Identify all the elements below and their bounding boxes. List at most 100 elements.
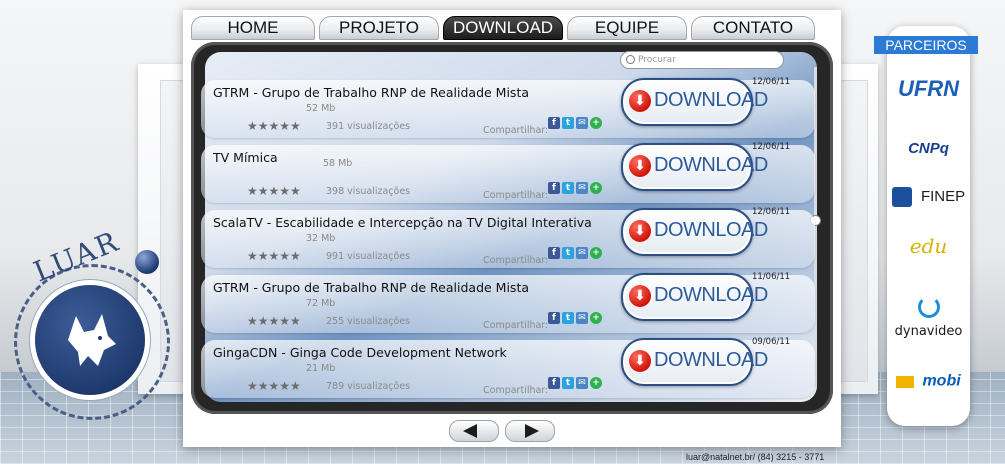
- twitter-icon[interactable]: t: [562, 377, 574, 389]
- partner-logo-mobi[interactable]: mobi: [887, 371, 970, 391]
- item-size: 58 Mb: [323, 158, 353, 169]
- download-arrow-icon: ⬇: [629, 350, 651, 372]
- item-title: ScalaTV - Escabilidade e Intercepção na …: [213, 215, 592, 230]
- partner-name: CNPq: [908, 140, 949, 157]
- download-arrow-icon: ⬇: [629, 220, 651, 242]
- download-arrow-icon: ⬇: [629, 90, 651, 112]
- item-title: GTRM - Grupo de Trabalho RNP de Realidad…: [213, 85, 530, 100]
- next-page-button[interactable]: [505, 420, 555, 442]
- facebook-icon[interactable]: f: [548, 377, 560, 389]
- partner-name: dynavideo: [894, 324, 963, 339]
- item-size: 21 Mb: [306, 363, 336, 374]
- item-date: 12/06/11: [752, 142, 791, 152]
- main-frame: HOME PROJETO DOWNLOAD EQUIPE CONTATO Pro…: [183, 10, 841, 447]
- partner-logo-cnpq[interactable]: CNPq: [887, 138, 970, 157]
- partner-logo-edu[interactable]: edu: [887, 234, 970, 258]
- luar-logo[interactable]: LUAR: [8, 225, 173, 420]
- rating-stars-icon[interactable]: ★★★★★: [247, 379, 301, 393]
- twitter-icon[interactable]: t: [562, 312, 574, 324]
- search-input[interactable]: Procurar: [620, 51, 784, 69]
- partner-name: edu: [909, 234, 948, 258]
- tab-home[interactable]: HOME: [191, 16, 315, 40]
- download-arrow-icon: ⬇: [629, 285, 651, 307]
- share-label: Compartilhar:: [483, 125, 549, 136]
- rating-stars-icon[interactable]: ★★★★★: [247, 184, 301, 198]
- twitter-icon[interactable]: t: [562, 247, 574, 259]
- facebook-icon[interactable]: f: [548, 312, 560, 324]
- rating-stars-icon[interactable]: ★★★★★: [247, 119, 301, 133]
- download-button-label: DOWNLOAD: [654, 219, 768, 241]
- download-button[interactable]: ⬇ DOWNLOAD: [621, 208, 768, 256]
- search-icon: [626, 55, 635, 64]
- twitter-icon[interactable]: t: [562, 182, 574, 194]
- partner-logo-finep[interactable]: FINEP: [887, 186, 970, 207]
- pagination-arrows: [449, 420, 555, 442]
- arrow-left-icon: [463, 424, 477, 438]
- tab-projeto[interactable]: PROJETO: [319, 16, 439, 40]
- previous-page-button[interactable]: [449, 420, 499, 442]
- tab-contato[interactable]: CONTATO: [691, 16, 815, 40]
- download-button[interactable]: ⬇ DOWNLOAD: [621, 338, 768, 386]
- partner-name: UFRN: [897, 76, 960, 101]
- download-item: ScalaTV - Escabilidade e Intercepção na …: [201, 207, 815, 268]
- download-button[interactable]: ⬇ DOWNLOAD: [621, 78, 768, 126]
- search-placeholder: Procurar: [638, 55, 676, 65]
- email-icon[interactable]: ✉: [576, 117, 588, 129]
- add-share-icon[interactable]: +: [590, 377, 602, 389]
- item-views: 991 visualizações: [326, 251, 411, 262]
- item-views: 398 visualizações: [326, 186, 411, 197]
- tab-download[interactable]: DOWNLOAD: [443, 16, 563, 40]
- download-item: GingaCDN - Ginga Code Development Networ…: [201, 337, 815, 398]
- add-share-icon[interactable]: +: [590, 312, 602, 324]
- download-button-label: DOWNLOAD: [654, 154, 768, 176]
- add-share-icon[interactable]: +: [590, 117, 602, 129]
- item-title: TV Mímica: [213, 150, 278, 165]
- download-button-label: DOWNLOAD: [654, 89, 768, 111]
- add-share-icon[interactable]: +: [590, 247, 602, 259]
- share-label: Compartilhar:: [483, 255, 549, 266]
- email-icon[interactable]: ✉: [576, 312, 588, 324]
- item-date: 11/06/11: [752, 272, 791, 282]
- item-views: 255 visualizações: [326, 316, 411, 327]
- download-button[interactable]: ⬇ DOWNLOAD: [621, 273, 768, 321]
- partner-name: mobi: [922, 372, 961, 390]
- facebook-icon[interactable]: f: [548, 247, 560, 259]
- arrow-right-icon: [525, 424, 539, 438]
- download-item: GTRM - Grupo de Trabalho RNP de Realidad…: [201, 77, 815, 138]
- mobi-mark-icon: [896, 375, 915, 388]
- partner-logo-dynavideo[interactable]: dynavideo: [887, 296, 970, 339]
- download-button-label: DOWNLOAD: [654, 349, 768, 371]
- footer-contact: luar@natalnet.br/ (84) 3215 - 3771: [686, 452, 825, 462]
- rating-stars-icon[interactable]: ★★★★★: [247, 314, 301, 328]
- item-size: 32 Mb: [306, 233, 336, 244]
- partner-logo-ufrn[interactable]: UFRN: [887, 76, 970, 102]
- rating-stars-icon[interactable]: ★★★★★: [247, 249, 301, 263]
- tab-equipe[interactable]: EQUIPE: [567, 16, 687, 40]
- item-title: GTRM - Grupo de Trabalho RNP de Realidad…: [213, 280, 530, 295]
- wolf-icon: [68, 314, 116, 366]
- facebook-icon[interactable]: f: [548, 182, 560, 194]
- finep-mark-icon: [891, 186, 912, 207]
- item-size: 72 Mb: [306, 298, 336, 309]
- twitter-icon[interactable]: t: [562, 117, 574, 129]
- facebook-icon[interactable]: f: [548, 117, 560, 129]
- item-size: 52 Mb: [306, 103, 336, 114]
- download-item: TV Mímica 58 Mb ★★★★★ 398 visualizações …: [201, 142, 815, 203]
- logo-moon-icon: [135, 250, 159, 274]
- item-date: 09/06/11: [752, 337, 791, 347]
- download-arrow-icon: ⬇: [629, 155, 651, 177]
- item-date: 12/06/11: [752, 77, 791, 87]
- item-title: GingaCDN - Ginga Code Development Networ…: [213, 345, 507, 360]
- dynavideo-mark-icon: [917, 296, 940, 318]
- email-icon[interactable]: ✉: [576, 182, 588, 194]
- item-views: 789 visualizações: [326, 381, 411, 392]
- share-label: Compartilhar:: [483, 385, 549, 396]
- download-button-label: DOWNLOAD: [654, 284, 768, 306]
- share-label: Compartilhar:: [483, 190, 549, 201]
- add-share-icon[interactable]: +: [590, 182, 602, 194]
- download-button[interactable]: ⬇ DOWNLOAD: [621, 143, 768, 191]
- email-icon[interactable]: ✉: [576, 377, 588, 389]
- partners-column: UFRN CNPq FINEP edu dynavideo mobi: [887, 26, 970, 426]
- email-icon[interactable]: ✉: [576, 247, 588, 259]
- partners-heading: PARCEIROS: [874, 36, 978, 54]
